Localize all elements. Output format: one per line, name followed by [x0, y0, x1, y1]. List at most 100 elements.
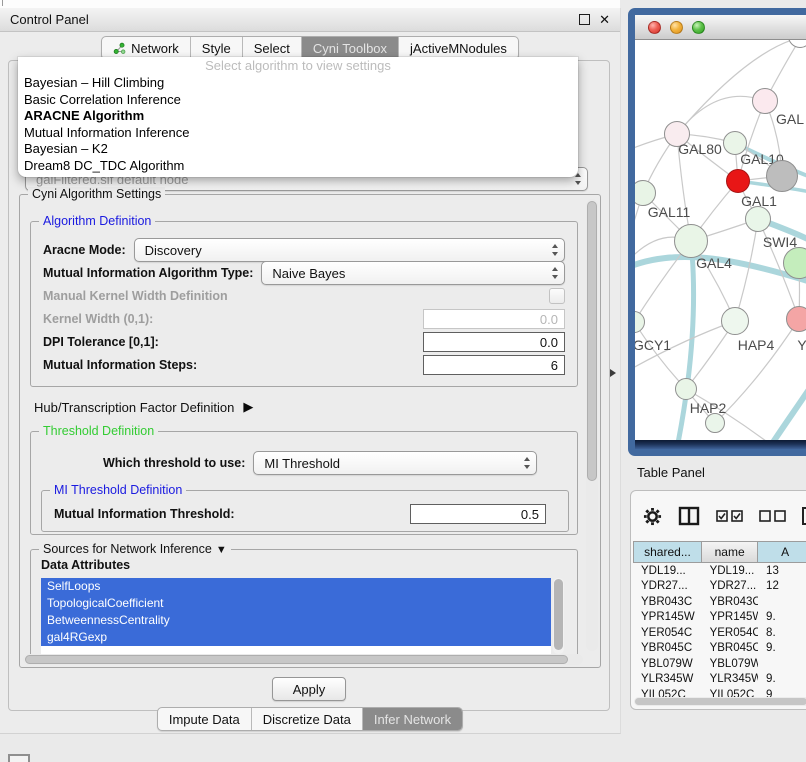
- attribute-item-gal4rgexp[interactable]: gal4RGexp: [41, 629, 551, 646]
- table-cell: YBR043C: [633, 596, 702, 608]
- settings-horizontal-scrollbar[interactable]: [23, 654, 583, 665]
- dropdown-placeholder: Select algorithm to view settings: [18, 57, 578, 75]
- table-row[interactable]: YDR27...YDR27...12: [633, 579, 806, 595]
- dropdown-item-mutual-information-inference[interactable]: Mutual Information Inference: [18, 125, 578, 142]
- zoom-traffic-light-icon[interactable]: [692, 21, 705, 34]
- combo-stepper-icon: [523, 456, 531, 470]
- network-node[interactable]: [705, 413, 725, 433]
- tab-style[interactable]: Style: [190, 37, 242, 59]
- attribute-item-topologicalcoefficient[interactable]: TopologicalCoefficient: [41, 595, 551, 612]
- table-row[interactable]: YPR145WYPR145W9.: [633, 610, 806, 626]
- network-node-y[interactable]: [786, 306, 806, 332]
- tab-infer-network[interactable]: Infer Network: [362, 708, 462, 730]
- close-traffic-light-icon[interactable]: [648, 21, 661, 34]
- attribute-item-selfloops[interactable]: SelfLoops: [41, 578, 551, 595]
- split-view-icon[interactable]: [678, 506, 700, 526]
- table-cell: 13: [758, 565, 806, 577]
- table-toolbar: [631, 491, 806, 541]
- dropdown-item-dream8-dc-tdc-algorithm[interactable]: Dream8 DC_TDC Algorithm: [18, 158, 578, 175]
- mi-threshold-row: Mutual Information Threshold: 0.5: [54, 503, 556, 525]
- table-row[interactable]: YBL079WYBL079W: [633, 656, 806, 672]
- tab-label: Select: [254, 41, 290, 56]
- select-all-checkboxes-icon[interactable]: [716, 509, 743, 523]
- table-row[interactable]: YER054CYER054C8.: [633, 625, 806, 641]
- tab-label: Style: [202, 41, 231, 56]
- cyni-bottom-tabbar: Impute Data Discretize DataInfer Network: [0, 707, 620, 731]
- minimize-traffic-light-icon[interactable]: [670, 21, 683, 34]
- tab-network[interactable]: Network: [102, 37, 190, 59]
- float-window-icon[interactable]: [579, 14, 590, 25]
- cyni-algorithm-settings-group: Cyni Algorithm Settings Algorithm Defini…: [19, 194, 601, 668]
- dropdown-item-bayesian-k2[interactable]: Bayesian – K2: [18, 141, 578, 158]
- dpi-tolerance-field[interactable]: 0.0: [423, 332, 565, 352]
- mi-algorithm-type-value: Naive Bayes: [272, 266, 551, 281]
- table-panel-title: Table Panel: [637, 465, 705, 480]
- dropdown-item-basic-correlation-inference[interactable]: Basic Correlation Inference: [18, 92, 578, 109]
- network-window-bottom-frame: [635, 440, 806, 449]
- collapse-triangle-icon: ▼: [216, 544, 227, 556]
- table-cell: YPR145W: [702, 611, 758, 623]
- mi-algorithm-type-combobox[interactable]: Naive Bayes: [261, 261, 565, 285]
- new-column-icon[interactable]: [802, 507, 806, 525]
- mi-threshold-field[interactable]: 0.5: [410, 504, 546, 524]
- data-attributes-list[interactable]: SelfLoopsTopologicalCoefficientBetweenne…: [41, 578, 551, 654]
- aracne-mode-combobox[interactable]: Discovery: [134, 238, 565, 262]
- column-header-shared[interactable]: shared...: [633, 541, 702, 563]
- panel-splitter-arrow-icon[interactable]: [610, 369, 616, 377]
- algorithm-definition-title: Algorithm Definition: [39, 214, 155, 228]
- table-cell: 12: [758, 580, 806, 592]
- column-header-name[interactable]: name: [702, 541, 758, 563]
- dropdown-item-aracne-algorithm[interactable]: ARACNE Algorithm: [18, 108, 578, 125]
- network-icon: [113, 42, 126, 55]
- table-cell: YBL079W: [702, 658, 758, 670]
- kernel-width-field[interactable]: 0.0: [423, 309, 565, 329]
- network-node-gal1[interactable]: [726, 169, 750, 193]
- tab-discretize-data[interactable]: Discretize Data: [251, 708, 362, 730]
- network-node-gal[interactable]: [752, 88, 778, 114]
- table-row[interactable]: YBR043CYBR043C: [633, 594, 806, 610]
- dropdown-item-bayesian-hill-climbing[interactable]: Bayesian – Hill Climbing: [18, 75, 578, 92]
- table-row[interactable]: YBR045CYBR045C9.: [633, 641, 806, 657]
- deselect-all-checkboxes-icon[interactable]: [759, 509, 786, 523]
- network-node-hap2[interactable]: [675, 378, 697, 400]
- close-window-icon[interactable]: ✕: [599, 13, 610, 26]
- network-node[interactable]: [766, 160, 798, 192]
- network-node-hap4[interactable]: [721, 307, 749, 335]
- combo-stepper-icon: [551, 266, 559, 280]
- attributes-list-scrollbar[interactable]: [553, 578, 564, 654]
- minimized-panel-icon[interactable]: [8, 754, 30, 762]
- table-row[interactable]: YLR345WYLR345W9.: [633, 672, 806, 688]
- hub-definition-expander[interactable]: Hub/Transcription Factor Definition ▶: [34, 399, 253, 415]
- apply-button[interactable]: Apply: [272, 677, 346, 701]
- settings-vertical-scrollbar[interactable]: [586, 199, 598, 651]
- attribute-item-betweennesscentrality[interactable]: BetweennessCentrality: [41, 612, 551, 629]
- node-label-gcy1: GCY1: [635, 337, 671, 353]
- tab-impute-data[interactable]: Impute Data: [158, 708, 251, 730]
- gear-icon[interactable]: [643, 507, 662, 526]
- tab-label: Cyni Toolbox: [313, 41, 387, 56]
- mi-steps-field[interactable]: 6: [423, 355, 565, 375]
- kernel-width-row: Kernel Width (0,1): 0.0: [43, 308, 565, 330]
- mi-algorithm-type-row: Mutual Information Algorithm Type: Naive…: [43, 262, 565, 284]
- mi-threshold-label: Mutual Information Threshold:: [54, 507, 235, 521]
- table-row[interactable]: YDL19...YDL19...13: [633, 563, 806, 579]
- table-horizontal-scrollbar[interactable]: [634, 697, 806, 706]
- sources-group-title: Sources for Network Inference▼: [39, 542, 231, 556]
- network-node-swi4[interactable]: [745, 206, 771, 232]
- tab-jactivemnodules[interactable]: jActiveMNodules: [398, 37, 518, 59]
- node-label-gal11: GAL11: [648, 204, 691, 220]
- aracne-mode-value: Discovery: [145, 243, 551, 258]
- mi-algorithm-type-label: Mutual Information Algorithm Type:: [43, 266, 253, 280]
- manual-kernel-width-label: Manual Kernel Width Definition: [43, 289, 228, 303]
- network-node-gal4[interactable]: [674, 224, 708, 258]
- table-cell: 9.: [758, 673, 806, 685]
- node-label-gal: GAL: [776, 111, 804, 127]
- network-view-window[interactable]: GALGAL80GAL10GAL1GAL11SWI4GAL4GCY1HAP4YH…: [628, 8, 806, 456]
- which-threshold-combobox[interactable]: MI Threshold: [253, 451, 537, 475]
- tab-select[interactable]: Select: [242, 37, 301, 59]
- manual-kernel-width-checkbox[interactable]: [549, 288, 565, 304]
- column-header-a[interactable]: A: [758, 541, 806, 563]
- tab-label: Impute Data: [169, 712, 240, 727]
- tab-cyni-toolbox[interactable]: Cyni Toolbox: [301, 37, 398, 59]
- network-canvas[interactable]: GALGAL80GAL10GAL1GAL11SWI4GAL4GCY1HAP4YH…: [635, 40, 806, 440]
